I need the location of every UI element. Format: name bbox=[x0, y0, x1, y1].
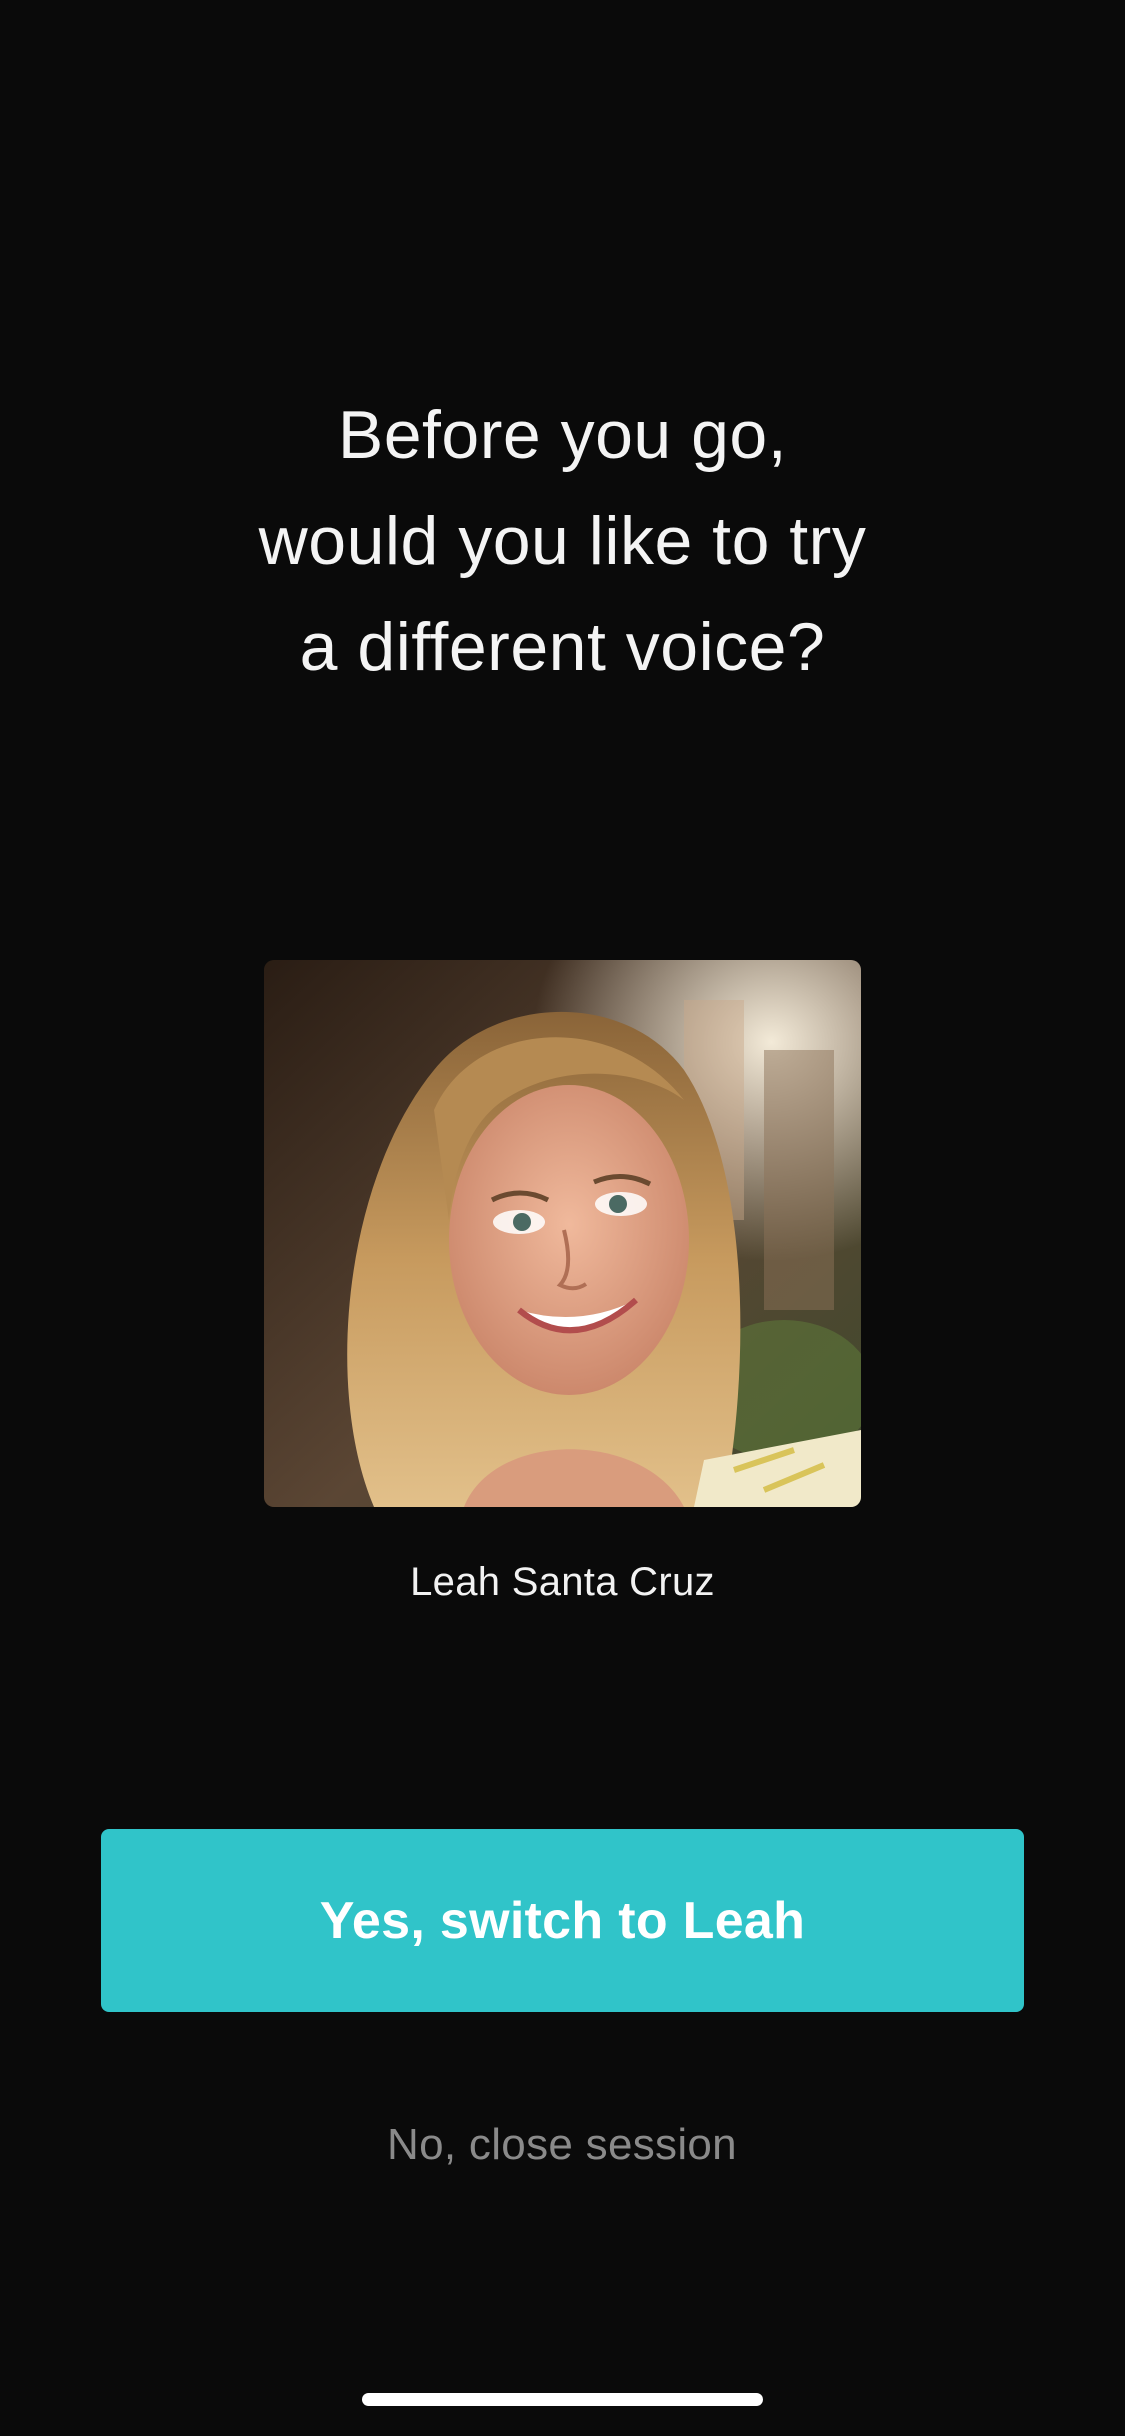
home-indicator[interactable] bbox=[362, 2393, 763, 2406]
switch-voice-button[interactable]: Yes, switch to Leah bbox=[101, 1829, 1024, 2012]
close-session-button-label: No, close session bbox=[387, 2120, 737, 2169]
voice-name-label: Leah Santa Cruz bbox=[410, 1560, 715, 1604]
page-title: Before you go, would you like to try a d… bbox=[0, 382, 1125, 700]
title-line-3: a different voice? bbox=[299, 609, 826, 685]
switch-voice-button-label: Yes, switch to Leah bbox=[319, 1891, 806, 1950]
portrait-illustration bbox=[264, 960, 861, 1507]
title-line-2: would you like to try bbox=[258, 503, 867, 579]
voice-portrait-photo bbox=[264, 960, 861, 1507]
voice-switch-screen: Before you go, would you like to try a d… bbox=[0, 0, 1125, 2436]
close-session-button[interactable]: No, close session bbox=[312, 2110, 812, 2180]
title-line-1: Before you go, bbox=[337, 397, 788, 473]
